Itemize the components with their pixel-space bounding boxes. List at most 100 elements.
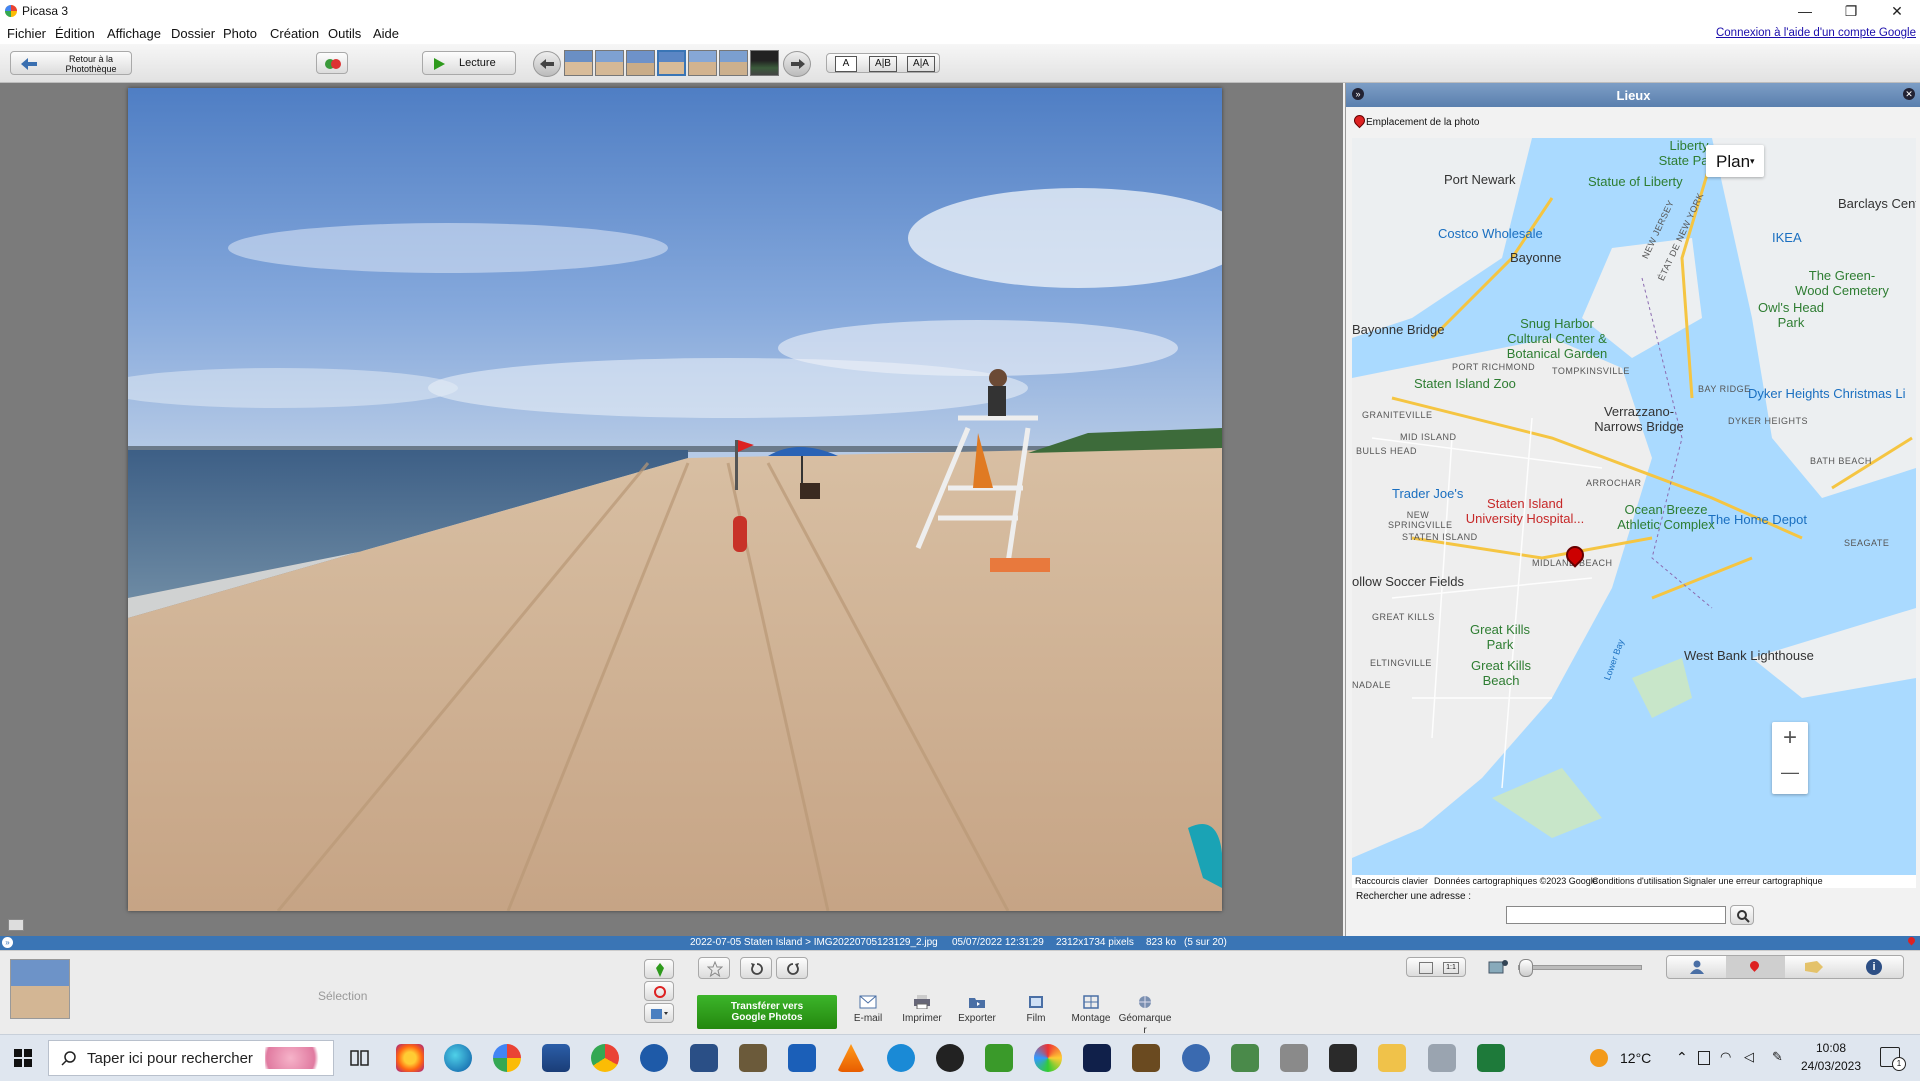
address-search-button[interactable] <box>1730 905 1754 925</box>
address-search-input[interactable] <box>1506 906 1726 924</box>
app-icon[interactable] <box>1034 1044 1062 1072</box>
terms-link[interactable]: Conditions d'utilisation <box>1592 876 1681 886</box>
zoom-in-button[interactable]: + <box>1772 724 1808 752</box>
map-label[interactable]: IKEA <box>1772 230 1802 245</box>
upload-google-photos-button[interactable]: Transférer vers Google Photos <box>697 995 837 1029</box>
app-icon[interactable] <box>936 1044 964 1072</box>
add-to-album-button[interactable] <box>644 1003 674 1023</box>
menu-fichier[interactable]: Fichier <box>7 26 46 41</box>
map-label[interactable]: West Bank Lighthouse <box>1684 648 1814 663</box>
map-label[interactable]: Staten Island University Hospital... <box>1460 496 1590 526</box>
filmstrip-thumb[interactable] <box>626 50 655 76</box>
menu-edition[interactable]: Édition <box>55 26 95 41</box>
map-label[interactable]: Barclays Cent <box>1838 196 1916 211</box>
map-label[interactable]: The Home Depot <box>1708 512 1807 527</box>
excel-icon[interactable] <box>1477 1044 1505 1072</box>
edge-icon[interactable] <box>444 1044 472 1072</box>
close-button[interactable]: ✕ <box>1874 0 1920 22</box>
menu-outils[interactable]: Outils <box>328 26 361 41</box>
map-label[interactable]: Owl's Head Park <box>1756 300 1826 330</box>
caption-mode-aa[interactable]: A|A <box>907 56 935 72</box>
menu-dossier[interactable]: Dossier <box>171 26 215 41</box>
google-account-link[interactable]: Connexion à l'aide d'un compte Google <box>1716 27 1916 39</box>
caption-toggle-icon[interactable] <box>8 919 24 931</box>
filmstrip-thumb-selected[interactable] <box>657 50 686 76</box>
map-label[interactable]: Great Kills Beach <box>1466 658 1536 688</box>
menu-creation[interactable]: Création <box>270 26 319 41</box>
device-icon[interactable] <box>1698 1051 1710 1065</box>
export-button[interactable]: Exporter <box>949 995 1005 1024</box>
pdf-app-icon[interactable] <box>985 1044 1013 1072</box>
info-panel-button[interactable]: i <box>1844 956 1903 978</box>
app-icon[interactable] <box>1083 1044 1111 1072</box>
weather-temperature[interactable]: 12°C <box>1620 1050 1651 1066</box>
caption-mode-a[interactable]: A <box>835 56 857 72</box>
windows-start-icon[interactable] <box>14 1049 32 1067</box>
map-label[interactable]: Trader Joe's <box>1392 486 1463 501</box>
google-map[interactable]: Liberty State Park Port Newark Statue of… <box>1352 138 1916 875</box>
geotag-button[interactable]: Géomarque r <box>1117 995 1173 1037</box>
filmstrip-thumb[interactable] <box>595 50 624 76</box>
volume-icon[interactable]: ◁ <box>1744 1049 1754 1065</box>
back-to-library-button[interactable]: Retour à la Photothèque <box>10 51 132 75</box>
weather-sun-icon[interactable] <box>1590 1049 1608 1067</box>
places-panel-button[interactable] <box>1726 956 1785 978</box>
play-slideshow-button[interactable]: Lecture <box>422 51 516 75</box>
rotate-right-button[interactable] <box>776 957 808 979</box>
close-panel-icon[interactable]: ✕ <box>1903 88 1915 100</box>
map-label[interactable]: Staten Island Zoo <box>1414 376 1516 391</box>
zoom-out-button[interactable]: — <box>1772 762 1808 783</box>
map-label[interactable]: Verrazzano-Narrows Bridge <box>1584 404 1694 434</box>
clear-selection-button[interactable] <box>644 981 674 1001</box>
filmstrip-thumb[interactable] <box>750 50 779 76</box>
map-label[interactable]: Great Kills Park <box>1460 622 1540 652</box>
people-panel-button[interactable] <box>1667 956 1726 978</box>
map-label[interactable]: Costco Wholesale <box>1438 226 1543 241</box>
keyboard-shortcuts-link[interactable]: Raccourcis clavier <box>1355 876 1428 886</box>
hold-selection-button[interactable] <box>644 959 674 979</box>
clock-time[interactable]: 10:08 <box>1800 1041 1862 1055</box>
print-button[interactable]: Imprimer <box>894 995 950 1024</box>
file-explorer-icon[interactable] <box>1378 1044 1406 1072</box>
tray-expand-icon[interactable]: ⌃ <box>1676 1049 1688 1066</box>
actual-size-icon[interactable]: 1:1 <box>1443 962 1459 974</box>
selection-thumbnail[interactable] <box>10 959 70 1019</box>
fit-view-icon[interactable] <box>1419 962 1433 974</box>
collage-button[interactable]: Montage <box>1063 995 1119 1024</box>
app-icon[interactable] <box>887 1044 915 1072</box>
app-icon[interactable] <box>739 1044 767 1072</box>
expand-icon[interactable]: » <box>2 937 13 948</box>
store-icon[interactable] <box>542 1044 570 1072</box>
app-icon[interactable] <box>1182 1044 1210 1072</box>
taskbar-search-box[interactable]: Taper ici pour rechercher <box>48 1040 334 1076</box>
rotate-left-button[interactable] <box>740 957 772 979</box>
minimize-button[interactable]: — <box>1782 0 1828 22</box>
map-label[interactable]: Snug Harbor Cultural Center & Botanical … <box>1502 316 1612 361</box>
app-icon[interactable] <box>1132 1044 1160 1072</box>
tag-people-button[interactable] <box>316 52 348 74</box>
star-button[interactable] <box>698 957 730 979</box>
map-label[interactable]: Statue of Liberty <box>1588 174 1683 189</box>
map-label[interactable]: Bayonne <box>1510 250 1561 265</box>
map-label[interactable]: Port Newark <box>1444 172 1516 187</box>
menu-aide[interactable]: Aide <box>373 26 399 41</box>
picasa-icon[interactable] <box>493 1044 521 1072</box>
map-label[interactable]: The Green-Wood Cemetery <box>1792 268 1892 298</box>
app-icon[interactable] <box>1280 1044 1308 1072</box>
tags-panel-button[interactable] <box>1785 956 1844 978</box>
chrome-icon[interactable] <box>591 1044 619 1072</box>
main-photo[interactable] <box>128 88 1222 911</box>
previous-photo-button[interactable] <box>533 51 561 77</box>
menu-photo[interactable]: Photo <box>223 26 257 41</box>
app-icon[interactable] <box>1231 1044 1259 1072</box>
movie-button[interactable]: Film <box>1008 995 1064 1024</box>
app-icon[interactable] <box>690 1044 718 1072</box>
mail-icon[interactable] <box>788 1044 816 1072</box>
report-error-link[interactable]: Signaler une erreur cartographique <box>1683 876 1823 886</box>
firefox-icon[interactable] <box>396 1044 424 1072</box>
zoom-slider[interactable] <box>1518 959 1642 977</box>
app-icon[interactable] <box>1428 1044 1456 1072</box>
app-icon[interactable] <box>1329 1044 1357 1072</box>
caption-mode-ab[interactable]: A|B <box>869 56 897 72</box>
map-type-button[interactable]: Plan ▾ <box>1706 145 1764 177</box>
